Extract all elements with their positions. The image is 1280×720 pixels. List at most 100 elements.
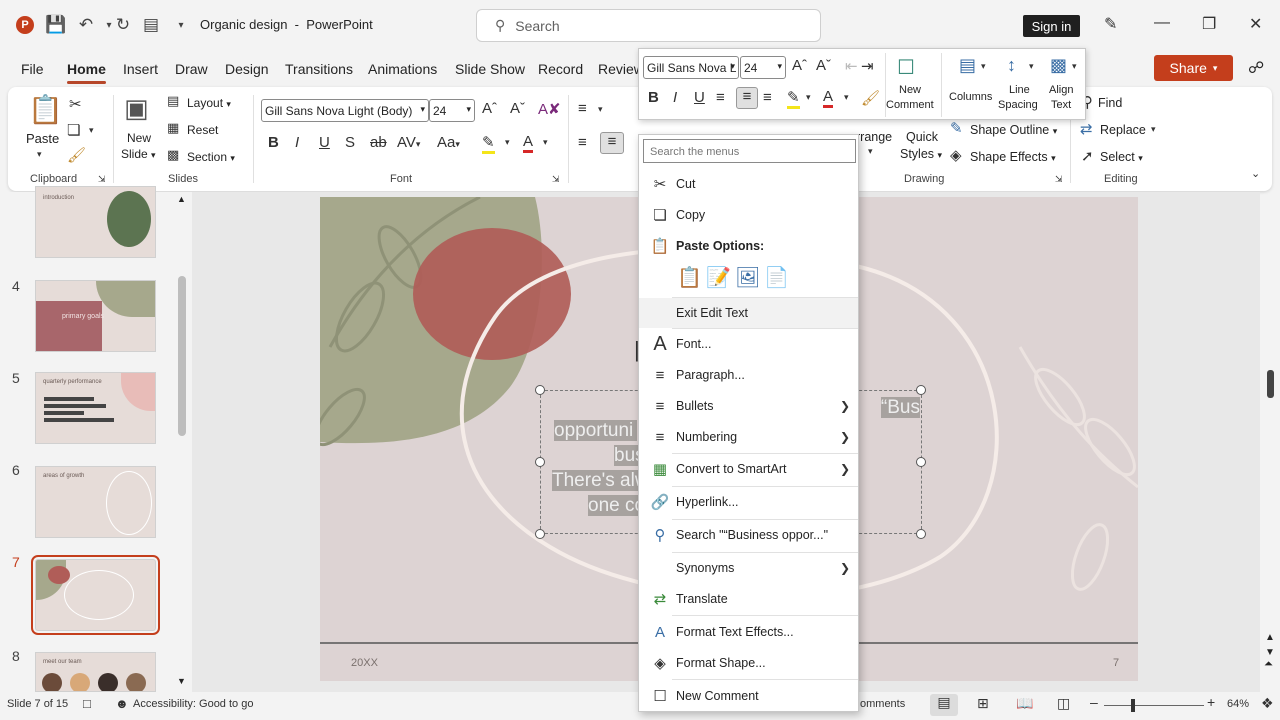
mini-new-comment-icon[interactable]: ☐ — [897, 55, 915, 80]
replace-dropdown-icon[interactable]: ▾ — [1151, 124, 1156, 135]
paste-dropdown-icon[interactable]: ▾ — [37, 149, 42, 160]
mini-align-center-icon[interactable]: ≡ — [736, 87, 758, 109]
strikethrough-icon[interactable]: ab — [370, 134, 387, 151]
menu-item-numbering[interactable]: ≡ Numbering ❯ — [639, 422, 858, 452]
menu-item-format-shape[interactable]: ◈ Format Shape... — [639, 648, 858, 678]
menu-item-synonyms[interactable]: Synonyms ❯ — [639, 553, 858, 583]
slide-thumbnail-7[interactable] — [31, 555, 160, 635]
tab-record[interactable]: Record — [538, 61, 583, 77]
slide-show-icon[interactable]: ◫ — [1057, 695, 1070, 712]
tab-home[interactable]: Home — [67, 61, 106, 84]
cut-icon[interactable]: ✂ — [69, 95, 82, 113]
accessibility-status[interactable]: Accessibility: Good to go — [133, 698, 253, 710]
tab-file[interactable]: File — [21, 61, 44, 77]
mini-increase-indent-icon[interactable]: ⇥ — [861, 57, 874, 75]
accessibility-icon[interactable]: ☻ — [115, 696, 129, 711]
font-color-dropdown-icon[interactable]: ▾ — [543, 137, 548, 148]
mini-format-painter-icon[interactable]: 🖌 — [861, 89, 880, 107]
share-button[interactable]: Share ▾ — [1154, 55, 1233, 81]
new-slide-button[interactable]: New — [127, 131, 151, 145]
menu-item-exit-edit-text[interactable]: Exit Edit Text — [639, 298, 858, 328]
mini-font-name-combo[interactable]: Gill Sans Nova L ▾ — [643, 56, 739, 79]
copy-dropdown-icon[interactable]: ▾ — [89, 125, 94, 136]
zoom-out-icon[interactable]: – — [1090, 694, 1098, 710]
mini-line-spacing-button[interactable]: Line — [1009, 84, 1030, 96]
notes-icon[interactable]: □ — [83, 696, 91, 711]
slide-thumbnail-4[interactable]: primary goals — [35, 280, 156, 352]
tab-animations[interactable]: Animations — [368, 61, 437, 77]
search-input[interactable]: ⚲ Search — [476, 9, 821, 42]
comments-button[interactable]: omments — [860, 698, 905, 710]
align-center-icon[interactable]: ≡ — [600, 132, 624, 154]
mini-decrease-font-icon[interactable]: Aˇ — [816, 57, 831, 74]
quick-styles-button-line2[interactable]: Styles ▾ — [900, 147, 942, 161]
slide-thumbnail-6[interactable]: areas of growth — [35, 466, 156, 538]
mini-align-text-dropdown-icon[interactable]: ▾ — [1072, 61, 1077, 72]
mini-align-text-button-line2[interactable]: Text — [1051, 99, 1071, 111]
mini-columns-icon[interactable]: ▤ — [959, 55, 976, 76]
minimize-icon[interactable]: — — [1154, 14, 1170, 32]
paste-icon[interactable]: 📋 — [28, 93, 63, 126]
section-button[interactable]: Section ▾ — [187, 150, 235, 164]
paste-keep-source-icon[interactable]: 📋 — [677, 265, 702, 290]
prev-slide-icon[interactable]: ⏶ — [1264, 658, 1273, 671]
reset-button[interactable]: Reset — [187, 123, 218, 137]
clear-formatting-icon[interactable]: A✘ — [538, 100, 561, 118]
increase-font-icon[interactable]: Aˆ — [482, 100, 497, 117]
pen-icon[interactable]: ✎ — [1104, 14, 1117, 34]
customize-toolbar-icon[interactable]: ▾ — [170, 14, 192, 36]
menu-item-font[interactable]: A Font... — [639, 329, 858, 359]
replace-button[interactable]: Replace — [1100, 123, 1146, 137]
collapse-ribbon-icon[interactable]: ⌄ — [1251, 167, 1260, 180]
zoom-slider-thumb[interactable] — [1131, 699, 1135, 712]
menu-item-paragraph[interactable]: ≡ Paragraph... — [639, 360, 858, 390]
slide-counter[interactable]: Slide 7 of 15 — [7, 698, 68, 710]
tab-insert[interactable]: Insert — [123, 61, 158, 77]
select-icon[interactable]: ➚ — [1081, 147, 1094, 165]
mini-align-text-icon[interactable]: ▩ — [1050, 55, 1067, 76]
italic-icon[interactable]: I — [295, 134, 299, 151]
mini-line-spacing-dropdown-icon[interactable]: ▾ — [1029, 61, 1034, 72]
layout-icon[interactable]: ▤ — [167, 93, 179, 109]
resize-handle[interactable] — [535, 529, 545, 539]
mini-decrease-indent-icon[interactable]: ⇤ — [845, 57, 858, 75]
bullets-icon[interactable]: ≡ — [578, 100, 587, 117]
menu-item-translate[interactable]: ⇄ Translate — [639, 584, 858, 614]
mini-align-left-icon[interactable]: ≡ — [716, 89, 725, 106]
menu-item-format-text-effects[interactable]: A Format Text Effects... — [639, 617, 858, 647]
mini-align-text-button[interactable]: Align — [1049, 84, 1073, 96]
zoom-in-icon[interactable]: + — [1207, 694, 1215, 710]
highlight-dropdown-icon[interactable]: ▾ — [505, 137, 510, 148]
reset-icon[interactable]: ▦ — [167, 120, 179, 136]
shape-effects-icon[interactable]: ◈ — [950, 146, 962, 164]
scroll-down-icon[interactable]: ▼ — [1265, 647, 1275, 658]
redo-icon[interactable]: ↻ — [112, 14, 134, 36]
restore-icon[interactable]: ❐ — [1202, 14, 1216, 34]
paste-merge-format-icon[interactable]: 📝 — [706, 265, 731, 290]
tab-transitions[interactable]: Transitions — [285, 61, 353, 77]
menu-item-cut[interactable]: ✂ Cut — [639, 169, 858, 199]
arrange-button[interactable]: rrange — [856, 130, 892, 144]
paste-button[interactable]: Paste — [26, 131, 59, 146]
character-spacing-icon[interactable]: AV▾ — [397, 134, 420, 151]
mini-underline-icon[interactable]: U — [694, 89, 705, 106]
change-case-icon[interactable]: Aa▾ — [437, 134, 460, 151]
mini-columns-button[interactable]: Columns — [949, 91, 992, 103]
undo-icon[interactable]: ↶ — [75, 14, 97, 36]
clipboard-launcher-icon[interactable]: ⇲ — [98, 174, 106, 185]
bullets-dropdown-icon[interactable]: ▾ — [598, 104, 603, 115]
menu-item-bullets[interactable]: ≡ Bullets ❯ — [639, 391, 858, 421]
slide-sorter-icon[interactable]: ⊞ — [977, 695, 989, 712]
resize-handle[interactable] — [916, 457, 926, 467]
mini-new-comment-button[interactable]: New — [899, 84, 921, 96]
mini-font-color-icon[interactable]: A — [823, 88, 834, 108]
resize-handle[interactable] — [916, 529, 926, 539]
menu-item-convert-to-smartart[interactable]: ▦ Convert to SmartArt ❯ — [639, 454, 858, 484]
underline-icon[interactable]: U — [319, 134, 330, 151]
arrange-dropdown-icon[interactable]: ▾ — [868, 146, 873, 157]
mini-increase-font-icon[interactable]: Aˆ — [792, 57, 807, 74]
paste-text-only-icon[interactable]: 📄 — [764, 265, 789, 290]
mini-font-size-combo[interactable]: 24 ▾ — [740, 56, 786, 79]
replace-icon[interactable]: ⇄ — [1080, 120, 1093, 138]
zoom-slider[interactable] — [1104, 705, 1204, 706]
